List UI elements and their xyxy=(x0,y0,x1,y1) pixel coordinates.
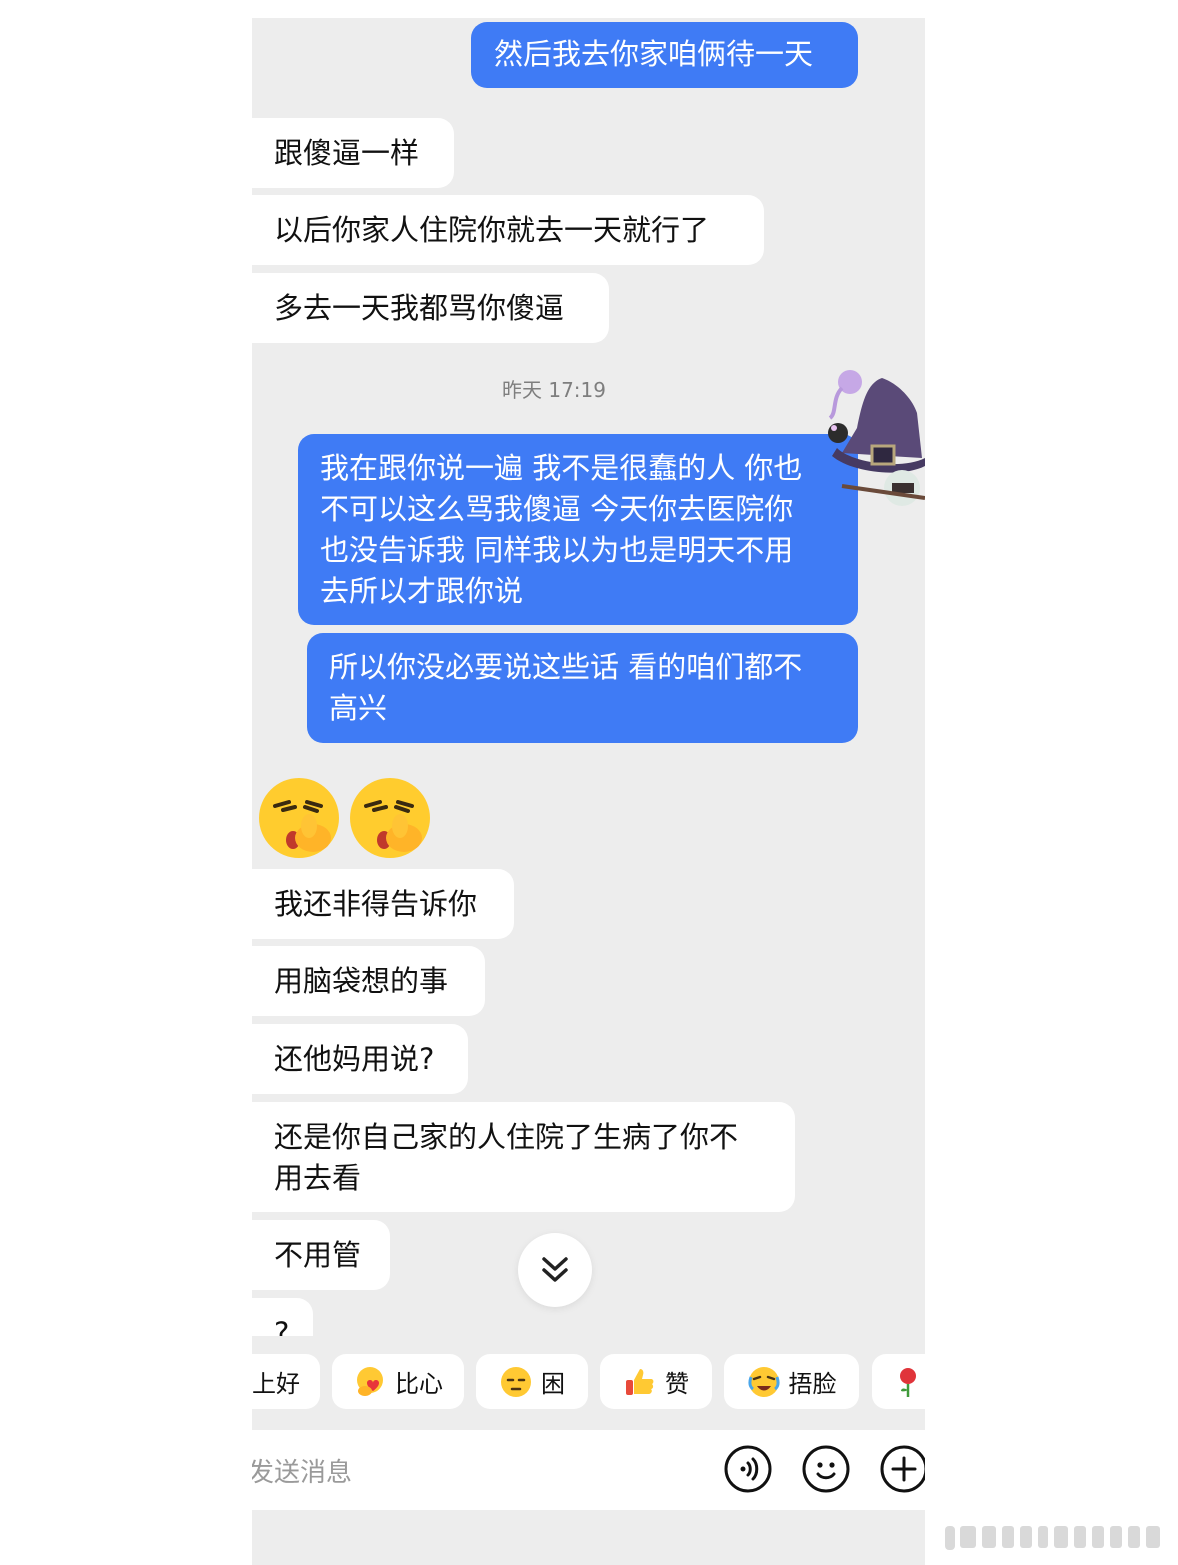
thumbs-up-icon xyxy=(626,1368,654,1395)
facepalm-icon xyxy=(747,1366,780,1397)
message-list[interactable]: 然后我去你家咱俩待一天 跟傻逼一样 以后你家人住院你就去一天就行了 多去一天我都… xyxy=(252,18,925,1336)
message-bubble-incoming[interactable]: ? xyxy=(252,1298,313,1336)
quick-reply-chip[interactable]: 比心 xyxy=(332,1354,464,1409)
message-bubble-incoming[interactable]: 我还非得告诉你 xyxy=(252,869,514,939)
quick-reply-chip[interactable]: 赞 xyxy=(600,1354,712,1409)
message-bubble-incoming[interactable]: 不用管 xyxy=(252,1220,390,1290)
message-input[interactable]: 发送消息 xyxy=(252,1452,352,1489)
message-bubble-outgoing[interactable]: 我在跟你说一遍 我不是很蠢的人 你也 不可以这么骂我傻逼 今天你去医院你 也没告… xyxy=(298,434,858,625)
quick-reply-label: 上好 xyxy=(252,1370,300,1398)
double-chevron-down-icon xyxy=(542,1257,568,1282)
voice-button-icon[interactable] xyxy=(724,1445,772,1493)
quick-reply-label: 赞 xyxy=(665,1370,689,1398)
message-bubble-incoming[interactable]: 用脑袋想的事 xyxy=(252,946,485,1016)
scroll-to-bottom-button[interactable] xyxy=(518,1233,592,1307)
message-bubble-incoming[interactable]: 跟傻逼一样 xyxy=(252,118,454,188)
message-bubble-outgoing[interactable]: 然后我去你家咱俩待一天 xyxy=(471,22,858,88)
message-bubble-incoming[interactable]: 以后你家人住院你就去一天就行了 xyxy=(252,195,764,265)
chat-screen: 然后我去你家咱俩待一天 跟傻逼一样 以后你家人住院你就去一天就行了 多去一天我都… xyxy=(252,18,925,1565)
message-bubble-outgoing[interactable]: 所以你没必要说这些话 看的咱们都不 高兴 xyxy=(307,633,858,743)
quick-reply-chip[interactable]: 上好 xyxy=(252,1354,320,1409)
quick-reply-label: 比心 xyxy=(395,1370,443,1398)
message-bubble-incoming[interactable]: 还是你自己家的人住院了生病了你不 用去看 xyxy=(252,1102,795,1212)
message-bubble-incoming[interactable]: 多去一天我都骂你傻逼 xyxy=(252,273,609,343)
quick-reply-label: 捂脸 xyxy=(788,1370,837,1398)
quick-reply-bar: 上好 比心 困 赞 捂脸 xyxy=(252,1354,925,1412)
shush-emoji-icon[interactable] xyxy=(346,776,434,860)
sleepy-face-icon xyxy=(501,1366,531,1397)
quick-reply-chip[interactable]: 捂脸 xyxy=(724,1354,859,1409)
plus-button-icon[interactable] xyxy=(880,1445,925,1493)
quick-reply-chip[interactable] xyxy=(872,1354,925,1409)
witch-hat-avatar-decoration-icon xyxy=(828,370,925,506)
emoji-button-icon[interactable] xyxy=(802,1445,850,1493)
quick-reply-label: 困 xyxy=(541,1370,565,1398)
timestamp: 昨天 17:19 xyxy=(502,378,606,402)
message-bubble-incoming[interactable]: 还他妈用说? xyxy=(252,1024,468,1094)
quick-reply-chip[interactable]: 困 xyxy=(476,1354,588,1409)
heart-hands-icon xyxy=(357,1366,383,1396)
message-input-bar: 发送消息 xyxy=(252,1430,925,1510)
shush-emoji-icon[interactable] xyxy=(255,776,343,860)
rose-icon xyxy=(900,1367,916,1397)
watermark-logo-icon xyxy=(945,1526,1160,1550)
